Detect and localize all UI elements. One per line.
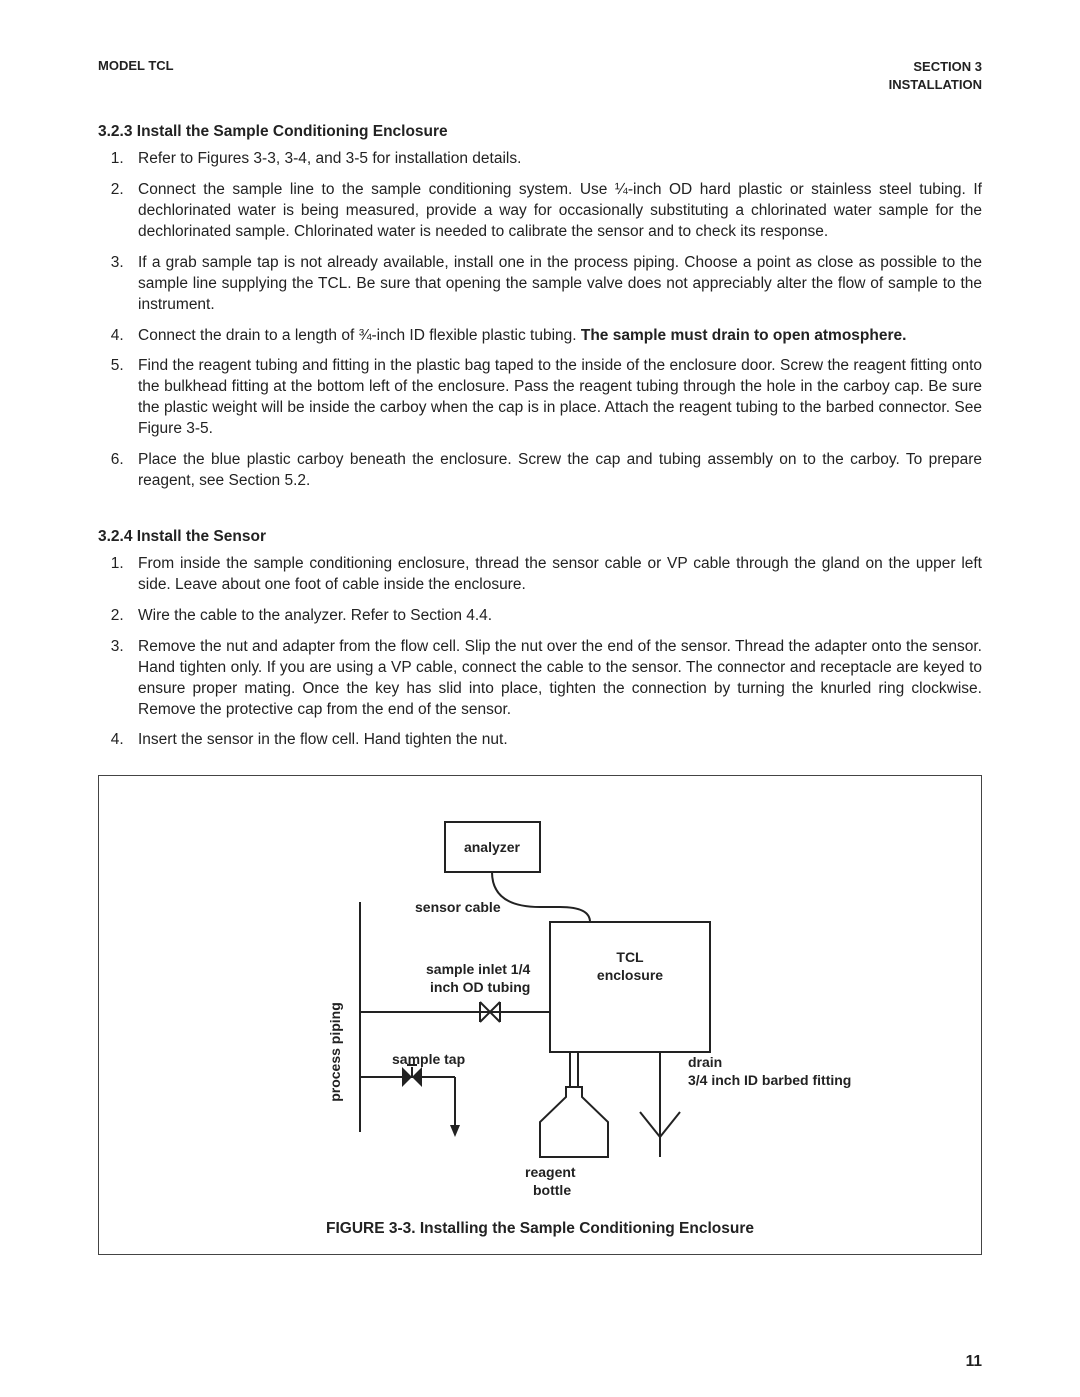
figure-caption: FIGURE 3-3. Installing the Sample Condit… (109, 1220, 971, 1238)
list-item: From inside the sample conditioning encl… (128, 554, 982, 596)
figure-3-3: process piping analyzer sensor cable TCL… (98, 775, 982, 1255)
label-process-piping: process piping (327, 1003, 343, 1103)
header-right: SECTION 3 INSTALLATION (889, 58, 982, 93)
page-number: 11 (966, 1353, 982, 1371)
header-subsection: INSTALLATION (889, 76, 982, 94)
label-analyzer: analyzer (464, 839, 521, 855)
list-item: Remove the nut and adapter from the flow… (128, 637, 982, 721)
section-323-title: 3.2.3 Install the Sample Conditioning En… (98, 123, 982, 141)
section-324-title: 3.2.4 Install the Sensor (98, 528, 982, 546)
reagent-bottle-icon (540, 1087, 608, 1157)
label-drain-1: drain (688, 1054, 722, 1070)
page-header: MODEL TCL SECTION 3 INSTALLATION (98, 58, 982, 93)
label-inlet-1: sample inlet 1/4 (426, 961, 530, 977)
section-323-list: Refer to Figures 3-3, 3-4, and 3-5 for i… (98, 149, 982, 492)
sample-tap-valve-icon (402, 1065, 422, 1087)
item4-prefix: Connect the drain to a length of ¾-inch … (138, 327, 581, 344)
list-item: Connect the sample line to the sample co… (128, 180, 982, 243)
list-item: Refer to Figures 3-3, 3-4, and 3-5 for i… (128, 149, 982, 170)
label-inlet-2: inch OD tubing (430, 979, 530, 995)
label-sample-tap: sample tap (392, 1051, 465, 1067)
item4-bold: The sample must drain to open atmosphere… (581, 327, 907, 344)
list-item: Find the reagent tubing and fitting in t… (128, 356, 982, 440)
diagram-svg: process piping analyzer sensor cable TCL… (190, 812, 890, 1212)
label-drain-2: 3/4 inch ID barbed fitting (688, 1072, 851, 1088)
label-reagent-1: reagent (525, 1164, 576, 1180)
label-tcl-1: TCL (616, 949, 644, 965)
label-tcl-2: enclosure (597, 967, 663, 983)
list-item: Insert the sensor in the flow cell. Hand… (128, 730, 982, 751)
list-item: Wire the cable to the analyzer. Refer to… (128, 606, 982, 627)
list-item: Connect the drain to a length of ¾-inch … (128, 326, 982, 347)
section-324-list: From inside the sample conditioning encl… (98, 554, 982, 751)
page: MODEL TCL SECTION 3 INSTALLATION 3.2.3 I… (0, 0, 1080, 1397)
header-left: MODEL TCL (98, 58, 174, 93)
list-item: If a grab sample tap is not already avai… (128, 253, 982, 316)
header-section: SECTION 3 (889, 58, 982, 76)
label-sensor-cable: sensor cable (415, 899, 501, 915)
label-reagent-2: bottle (533, 1182, 571, 1198)
list-item: Place the blue plastic carboy beneath th… (128, 450, 982, 492)
